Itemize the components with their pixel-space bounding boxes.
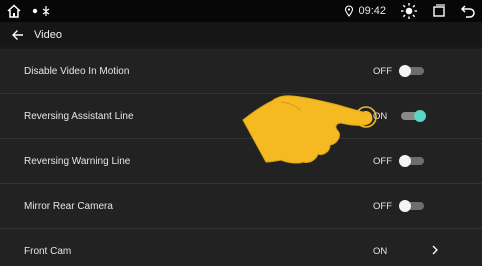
status-bar-left [6, 3, 54, 19]
setting-value: OFF [373, 200, 392, 212]
status-bar: 09:42 [0, 0, 482, 22]
toggle-switch[interactable] [399, 200, 424, 212]
setting-label: Reversing Warning Line [24, 155, 131, 167]
toggle-knob [399, 155, 411, 167]
setting-label: Mirror Rear Camera [24, 200, 113, 212]
toggle-knob [399, 200, 411, 212]
setting-label: Reversing Assistant Line [24, 110, 134, 122]
notification-icons [32, 6, 50, 16]
setting-label: Disable Video In Motion [24, 65, 130, 77]
location-icon [345, 5, 354, 17]
setting-reversing-warning-line[interactable]: Reversing Warning Line OFF [0, 139, 482, 184]
back-icon[interactable] [460, 4, 476, 18]
status-bar-right: 09:42 [344, 3, 476, 19]
setting-disable-video-in-motion[interactable]: Disable Video In Motion OFF [0, 49, 482, 94]
setting-value: ON [373, 110, 388, 122]
brightness-icon[interactable] [400, 2, 418, 20]
clock: 09:42 [358, 5, 386, 17]
settings-list: Disable Video In Motion OFF Reversing As… [0, 49, 482, 266]
setting-value: OFF [373, 155, 392, 167]
setting-label: Front Cam [24, 245, 72, 257]
toggle-knob [399, 65, 411, 77]
toggle-switch[interactable] [401, 110, 426, 122]
home-icon[interactable] [6, 3, 22, 19]
toggle-knob [414, 110, 426, 122]
setting-value: ON [373, 245, 388, 257]
page-title: Video [34, 28, 62, 41]
setting-value: OFF [373, 65, 392, 77]
toggle-switch[interactable] [399, 155, 424, 167]
setting-reversing-assistant-line[interactable]: Reversing Assistant Line ON [0, 94, 482, 139]
setting-mirror-rear-camera[interactable]: Mirror Rear Camera OFF [0, 184, 482, 229]
screen: 09:42 Video Disable Video In Motion OFF … [0, 0, 482, 266]
title-bar: Video [0, 22, 482, 47]
toggle-switch[interactable] [399, 65, 424, 77]
setting-front-cam[interactable]: Front Cam ON [0, 229, 482, 266]
back-arrow-icon[interactable] [10, 27, 26, 43]
recent-apps-icon[interactable] [432, 4, 446, 18]
chevron-right-icon[interactable] [428, 243, 442, 257]
